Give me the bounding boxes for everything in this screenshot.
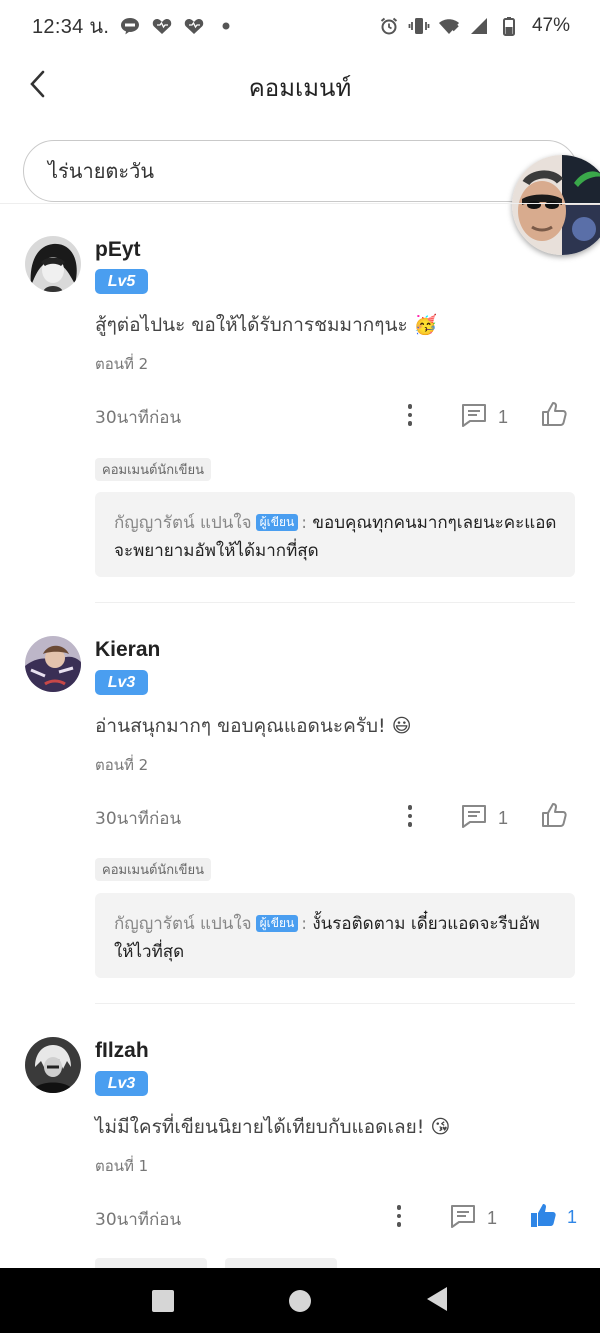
circle-icon (288, 1289, 311, 1312)
level-badge: Lv3 (95, 1071, 148, 1096)
battery-icon (498, 15, 520, 37)
more-options-button[interactable] (398, 400, 422, 430)
username[interactable]: Kieran (95, 638, 160, 662)
avatar[interactable] (25, 636, 81, 692)
chapter-label: ตอนที่ 1 (95, 1157, 149, 1175)
level-badge: Lv3 (95, 670, 148, 695)
reply-count: 1 (498, 406, 509, 427)
comment-text: ไม่มีใครที่เขียนนิยายได้เทียบกับแอดเลย! … (95, 1116, 451, 1138)
writer-badge: ผู้เขียน (255, 514, 299, 531)
triangle-back-icon (425, 1286, 449, 1316)
reply-count: 1 (498, 807, 509, 828)
author-comment-tag: คอมเมนต์นักเขียน (95, 858, 212, 881)
reply-separator: : (301, 914, 307, 934)
author-name[interactable]: กัญญารัตน์ แปนใจ (114, 513, 252, 533)
reply-count: 1 (487, 1207, 498, 1228)
heart-icon (183, 15, 205, 37)
line-icon (119, 15, 141, 37)
chapter-label: ตอนที่ 2 (95, 355, 149, 373)
more-options-button[interactable] (398, 801, 422, 831)
status-bar: 12:34 น. 47% (0, 0, 600, 52)
reply-button[interactable]: 1 (460, 402, 508, 432)
username[interactable]: fIlzah (95, 1039, 149, 1063)
reply-separator: : (301, 513, 307, 533)
chapter-label: ตอนที่ 2 (95, 756, 149, 774)
battery-percent: 47% (531, 15, 570, 36)
comment-time: 30นาทีก่อน (95, 408, 182, 428)
author-name[interactable]: กัญญารัตน์ แปนใจ (114, 914, 252, 934)
comment-text: สู้ๆต่อไปนะ ขอให้ได้รับการชมมากๆนะ 🥳 (95, 314, 438, 336)
signal-icon (468, 15, 490, 37)
writer-badge: ผู้เขียน (255, 915, 299, 932)
comment-text: อ่านสนุกมากๆ ขอบคุณแอดนะครับ! 😃 (95, 715, 412, 737)
recents-button[interactable] (143, 1281, 183, 1321)
like-button[interactable] (540, 400, 568, 432)
status-time: 12:34 น. (32, 16, 110, 38)
username[interactable]: pEyt (95, 238, 141, 262)
avatar[interactable] (25, 1037, 81, 1093)
heart-icon (151, 15, 173, 37)
author-comment-tag: คอมเมนต์นักเขียน (95, 458, 212, 481)
level-badge: Lv5 (95, 269, 148, 294)
home-button[interactable] (280, 1281, 320, 1321)
chevron-left-icon (28, 69, 48, 103)
more-options-button[interactable] (387, 1201, 411, 1231)
square-icon (152, 1289, 175, 1312)
comment-icon (460, 803, 488, 833)
back-nav-button[interactable] (417, 1281, 457, 1321)
comment-time: 30นาทีก่อน (95, 1210, 182, 1230)
wifi-icon (438, 15, 460, 37)
comment-divider (95, 1003, 575, 1004)
reply-button[interactable]: 1 (449, 1203, 497, 1233)
like-count: 1 (567, 1206, 578, 1227)
header: คอมเมนท์ (0, 52, 600, 122)
comment-divider (95, 602, 575, 603)
reply-button[interactable]: 1 (460, 803, 508, 833)
comment-icon (460, 402, 488, 432)
alarm-icon (378, 15, 400, 37)
like-button-active[interactable]: 1 (529, 1201, 577, 1233)
thumbs-up-filled-icon (529, 1201, 557, 1233)
thumbs-up-icon (540, 801, 568, 833)
system-nav-bar (0, 1268, 600, 1333)
author-reply: กัญญารัตน์ แปนใจ ผู้เขียน: งั้นรอติดตาม เ… (95, 893, 575, 978)
vibrate-icon (408, 15, 430, 37)
story-title: ไร่นายตะวัน (48, 159, 155, 183)
like-button[interactable] (540, 801, 568, 833)
dot-icon (215, 15, 237, 37)
back-button[interactable] (18, 66, 58, 106)
comment-time: 30นาทีก่อน (95, 809, 182, 829)
top-divider (0, 203, 600, 204)
thumbs-up-icon (540, 400, 568, 432)
avatar[interactable] (25, 236, 81, 292)
story-title-field[interactable]: ไร่นายตะวัน (23, 140, 578, 202)
floating-avatar-bubble[interactable] (512, 155, 600, 255)
comment-icon (449, 1203, 477, 1233)
page-title: คอมเมนท์ (248, 73, 352, 102)
author-reply: กัญญารัตน์ แปนใจ ผู้เขียน: ขอบคุณทุกคนมาก… (95, 492, 575, 577)
